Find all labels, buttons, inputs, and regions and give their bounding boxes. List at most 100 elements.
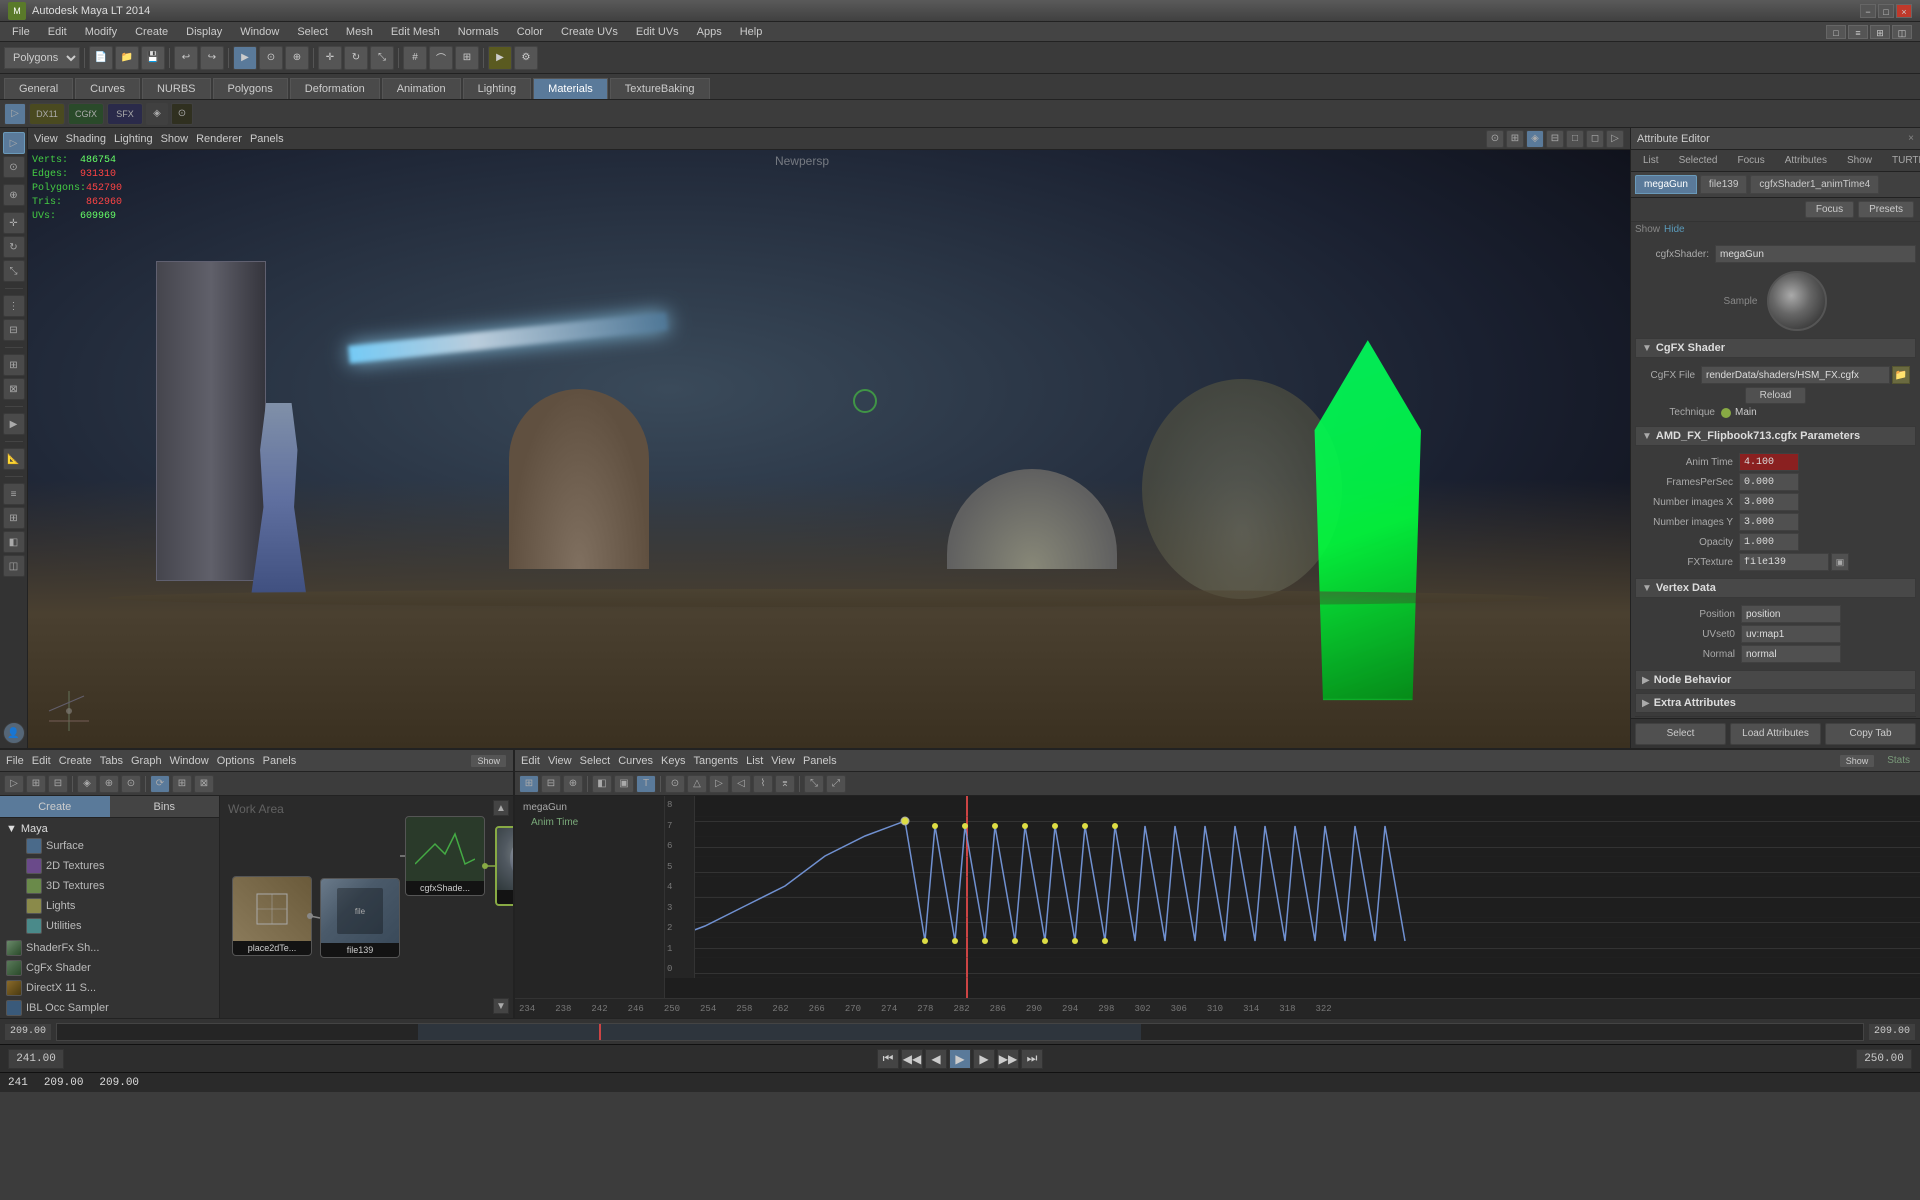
vp-menu-panels[interactable]: Panels: [250, 133, 284, 145]
attr-tab-focus[interactable]: Focus: [1729, 153, 1772, 168]
vp-menu-show[interactable]: Show: [161, 133, 189, 145]
attr-tab-show[interactable]: Show: [1839, 153, 1880, 168]
viewport-canvas[interactable]: Verts: 486754 Edges: 931310 Polygons:452…: [28, 150, 1630, 748]
node-place2d[interactable]: place2dTe...: [232, 876, 312, 956]
ge-tb-btn4[interactable]: ◧: [592, 775, 612, 793]
vp-menu-lighting[interactable]: Lighting: [114, 133, 153, 145]
hs-scroll-down[interactable]: ▼: [493, 998, 509, 1014]
menu-color[interactable]: Color: [509, 24, 551, 40]
load-attributes-button[interactable]: Load Attributes: [1730, 723, 1821, 745]
vp-icon-6[interactable]: ◻: [1586, 130, 1604, 148]
minimize-button[interactable]: −: [1860, 4, 1876, 18]
tool-soft-sel[interactable]: ⋮: [3, 295, 25, 317]
node-tab-animtime[interactable]: cgfxShader1_animTime4: [1750, 175, 1879, 194]
hypershade-work-area[interactable]: Work Area place2dTe... file: [220, 796, 513, 1018]
ge-menu-curves[interactable]: Curves: [618, 755, 653, 767]
ge-menu-list[interactable]: List: [746, 755, 763, 767]
menu-edit-uvs[interactable]: Edit UVs: [628, 24, 687, 40]
attr-tab-attributes[interactable]: Attributes: [1777, 153, 1835, 168]
hide-label[interactable]: Hide: [1664, 224, 1685, 235]
cgfx-shader-section[interactable]: ▼ CgFX Shader: [1635, 338, 1916, 358]
toolbar-new-btn[interactable]: 📄: [89, 46, 113, 70]
hs-tb-btn2[interactable]: ⊞: [26, 775, 46, 793]
node-behavior-section[interactable]: ▶ Node Behavior: [1635, 670, 1916, 690]
pb-next-frame[interactable]: ▶▶: [997, 1049, 1019, 1069]
position-field[interactable]: [1741, 605, 1841, 623]
track-animtime-label[interactable]: Anim Time: [519, 815, 660, 830]
tab-curves[interactable]: Curves: [75, 78, 140, 99]
tool-lasso[interactable]: ⊙: [3, 156, 25, 178]
timeline-end-field[interactable]: [1868, 1023, 1916, 1041]
ge-menu-edit[interactable]: Edit: [521, 755, 540, 767]
ge-tb-btn9[interactable]: ▷: [709, 775, 729, 793]
tool-render[interactable]: ▶: [3, 413, 25, 435]
menu-file[interactable]: File: [4, 24, 38, 40]
toolbar-render-btn[interactable]: ▶: [488, 46, 512, 70]
presets-button[interactable]: Presets: [1858, 201, 1914, 218]
toolbar-rotate-btn[interactable]: ↻: [344, 46, 368, 70]
tab-materials[interactable]: Materials: [533, 78, 608, 99]
toolbar-open-btn[interactable]: 📁: [115, 46, 139, 70]
hs-item-dx11[interactable]: DirectX 11 S...: [2, 978, 217, 998]
attr-tab-selected[interactable]: Selected: [1671, 153, 1726, 168]
menu-modify[interactable]: Modify: [77, 24, 125, 40]
menu-normals[interactable]: Normals: [450, 24, 507, 40]
layout-btn-1[interactable]: □: [1826, 25, 1846, 39]
hs-menu-file[interactable]: File: [6, 755, 24, 767]
tool-scale[interactable]: ⤡: [3, 260, 25, 282]
hs-tb-btn4[interactable]: ◈: [77, 775, 97, 793]
toolbar-paint-btn[interactable]: ⊕: [285, 46, 309, 70]
menu-edit-mesh[interactable]: Edit Mesh: [383, 24, 448, 40]
qa-cgfx-btn[interactable]: CGfX: [68, 103, 104, 125]
ge-tb-btn13[interactable]: ⤡: [804, 775, 824, 793]
fxtexture-field[interactable]: [1739, 553, 1829, 571]
ge-tb-btn10[interactable]: ◁: [731, 775, 751, 793]
hs-menu-graph[interactable]: Graph: [131, 755, 162, 767]
tool-sym[interactable]: ⊟: [3, 319, 25, 341]
cgfx-file-field[interactable]: [1701, 366, 1890, 384]
pb-play-fwd[interactable]: ▶: [949, 1049, 971, 1069]
menu-display[interactable]: Display: [178, 24, 230, 40]
vp-icon-5[interactable]: □: [1566, 130, 1584, 148]
tool-attr3[interactable]: ◧: [3, 531, 25, 553]
vp-icon-3[interactable]: ◈: [1526, 130, 1544, 148]
ge-show-button[interactable]: Show: [1839, 754, 1876, 768]
tab-general[interactable]: General: [4, 78, 73, 99]
tool-rotate[interactable]: ↻: [3, 236, 25, 258]
pb-range-end[interactable]: 250.00: [1856, 1049, 1912, 1069]
tool-show[interactable]: ⊞: [3, 354, 25, 376]
tool-attr4[interactable]: ◫: [3, 555, 25, 577]
menu-create[interactable]: Create: [127, 24, 176, 40]
tab-polygons[interactable]: Polygons: [213, 78, 288, 99]
hs-menu-panels[interactable]: Panels: [263, 755, 297, 767]
ge-tb-btn2[interactable]: ⊟: [541, 775, 561, 793]
anim-time-field[interactable]: [1739, 453, 1799, 471]
toolbar-snap-curve-btn[interactable]: ⌒: [429, 46, 453, 70]
polygon-mode-dropdown[interactable]: Polygons: [4, 47, 80, 69]
vertex-data-section[interactable]: ▼ Vertex Data: [1635, 578, 1916, 598]
opacity-field[interactable]: [1739, 533, 1799, 551]
num-y-field[interactable]: [1739, 513, 1799, 531]
ge-menu-select[interactable]: Select: [580, 755, 611, 767]
qa-select-btn[interactable]: ▷: [4, 103, 26, 125]
tool-avatar[interactable]: 👤: [3, 722, 25, 744]
tool-select[interactable]: ▷: [3, 132, 25, 154]
hs-item-utilities[interactable]: Utilities: [22, 916, 213, 936]
attr-editor-collapse[interactable]: ×: [1908, 133, 1914, 144]
toolbar-scale-btn[interactable]: ⤡: [370, 46, 394, 70]
vp-icon-1[interactable]: ⊙: [1486, 130, 1504, 148]
copy-tab-button[interactable]: Copy Tab: [1825, 723, 1916, 745]
select-button[interactable]: Select: [1635, 723, 1726, 745]
node-tab-file139[interactable]: file139: [1700, 175, 1747, 194]
menu-mesh[interactable]: Mesh: [338, 24, 381, 40]
vp-icon-2[interactable]: ⊞: [1506, 130, 1524, 148]
ge-menu-keys[interactable]: Keys: [661, 755, 685, 767]
toolbar-select-btn[interactable]: ▶: [233, 46, 257, 70]
pb-prev-key[interactable]: ◀: [925, 1049, 947, 1069]
tool-paint[interactable]: ⊕: [3, 184, 25, 206]
hs-tb-btn6[interactable]: ⊙: [121, 775, 141, 793]
node-cgfxshader[interactable]: cgfxShade...: [405, 816, 485, 896]
hs-bins-tab[interactable]: Bins: [110, 796, 220, 817]
tool-measure[interactable]: 📐: [3, 448, 25, 470]
pb-next-key[interactable]: ▶: [973, 1049, 995, 1069]
